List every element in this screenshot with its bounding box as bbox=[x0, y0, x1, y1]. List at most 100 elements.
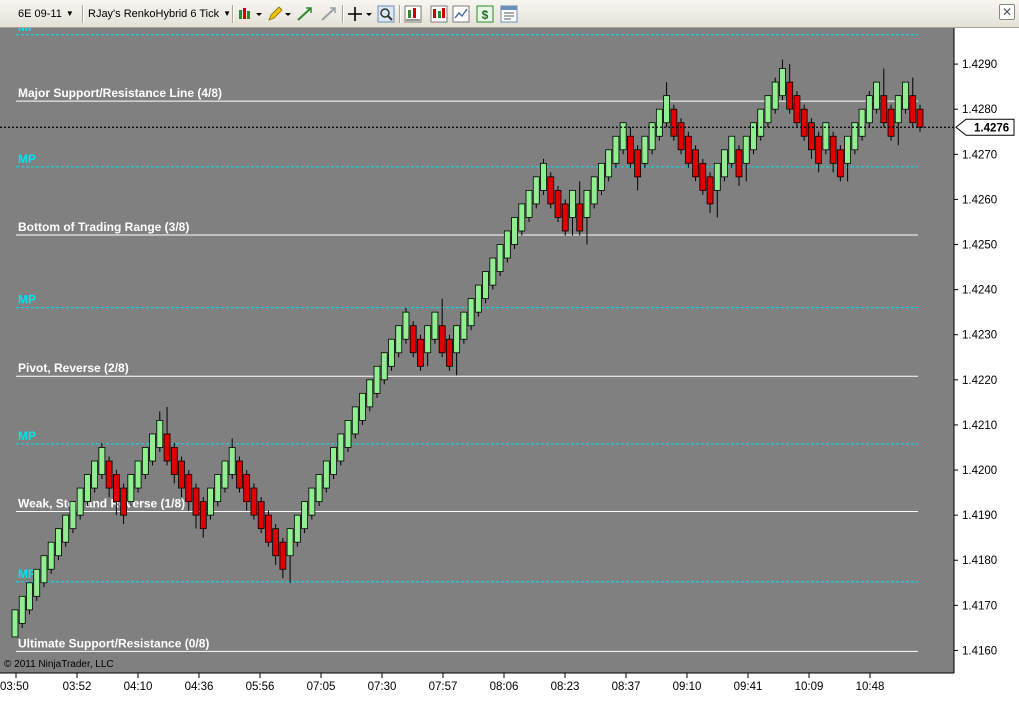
zoom-icon[interactable] bbox=[377, 5, 395, 23]
up-bar[interactable] bbox=[894, 95, 902, 124]
up-bar[interactable] bbox=[424, 325, 432, 354]
up-bar[interactable] bbox=[11, 609, 19, 638]
up-bar[interactable] bbox=[337, 433, 345, 462]
down-bar[interactable] bbox=[684, 135, 692, 164]
down-bar[interactable] bbox=[836, 149, 844, 178]
remove-drawings-icon[interactable] bbox=[320, 5, 338, 23]
up-bar[interactable] bbox=[221, 460, 229, 489]
up-bar[interactable] bbox=[474, 284, 482, 313]
up-bar[interactable] bbox=[301, 501, 309, 530]
up-bar[interactable] bbox=[482, 271, 490, 300]
up-bar[interactable] bbox=[214, 474, 222, 503]
down-bar[interactable] bbox=[438, 325, 446, 354]
down-bar[interactable] bbox=[829, 135, 837, 164]
up-bar[interactable] bbox=[18, 595, 26, 624]
up-bar[interactable] bbox=[431, 311, 439, 340]
line-chart-icon[interactable] bbox=[452, 5, 470, 23]
down-bar[interactable] bbox=[916, 108, 924, 128]
up-bar[interactable] bbox=[315, 474, 323, 503]
down-bar[interactable] bbox=[250, 487, 258, 516]
up-bar[interactable] bbox=[98, 447, 106, 475]
down-bar[interactable] bbox=[178, 460, 185, 489]
up-bar[interactable] bbox=[757, 108, 765, 137]
add-trend-icon[interactable] bbox=[296, 5, 314, 23]
price-chart[interactable]: MP Major Support/Resistance Line (4/8) MP B… bbox=[0, 28, 1019, 703]
up-bar[interactable] bbox=[69, 501, 77, 530]
down-bar[interactable] bbox=[576, 203, 584, 232]
up-bar[interactable] bbox=[76, 487, 84, 516]
up-bar[interactable] bbox=[663, 95, 670, 124]
close-button[interactable]: ✕ bbox=[999, 4, 1015, 20]
up-bar[interactable] bbox=[525, 189, 533, 218]
up-bar[interactable] bbox=[134, 460, 142, 489]
down-bar[interactable] bbox=[735, 149, 743, 178]
up-bar[interactable] bbox=[156, 420, 164, 448]
properties-icon[interactable] bbox=[500, 5, 518, 23]
up-bar[interactable] bbox=[612, 135, 620, 164]
up-bar[interactable] bbox=[207, 487, 214, 516]
down-bar[interactable] bbox=[692, 149, 699, 178]
up-bar[interactable] bbox=[366, 379, 374, 408]
up-bar[interactable] bbox=[858, 108, 866, 137]
down-bar[interactable] bbox=[793, 95, 801, 124]
up-bar[interactable] bbox=[373, 365, 381, 394]
down-bar[interactable] bbox=[257, 501, 265, 530]
down-bar[interactable] bbox=[417, 338, 424, 367]
down-bar[interactable] bbox=[815, 135, 823, 164]
down-bar[interactable] bbox=[554, 189, 562, 218]
up-bar[interactable] bbox=[713, 162, 721, 191]
period-selector[interactable]: RJay's RenkoHybrid 6 Tick ▼ bbox=[88, 4, 231, 24]
chart-trader-icon[interactable]: $ bbox=[476, 5, 494, 23]
up-bar[interactable] bbox=[467, 298, 475, 327]
up-bar[interactable] bbox=[742, 135, 750, 164]
down-bar[interactable] bbox=[120, 487, 127, 516]
up-bar[interactable] bbox=[583, 189, 591, 218]
up-bar[interactable] bbox=[149, 433, 156, 462]
up-bar[interactable] bbox=[503, 230, 511, 259]
down-bar[interactable] bbox=[264, 514, 272, 543]
up-bar[interactable] bbox=[33, 568, 41, 597]
up-bar[interactable] bbox=[91, 460, 99, 489]
up-bar[interactable] bbox=[598, 162, 605, 191]
down-bar[interactable] bbox=[236, 460, 243, 489]
up-bar[interactable] bbox=[655, 108, 663, 137]
down-bar[interactable] bbox=[561, 203, 569, 232]
down-bar[interactable] bbox=[272, 528, 280, 557]
strategies-icon[interactable] bbox=[430, 5, 448, 23]
down-bar[interactable] bbox=[880, 95, 888, 124]
pencil-draw-icon[interactable] bbox=[266, 5, 292, 23]
up-bar[interactable] bbox=[395, 325, 403, 354]
up-bar[interactable] bbox=[540, 162, 547, 191]
up-bar[interactable] bbox=[641, 135, 649, 164]
up-bar[interactable] bbox=[532, 176, 540, 205]
down-bar[interactable] bbox=[445, 338, 453, 367]
crosshair-icon[interactable] bbox=[347, 5, 373, 23]
up-bar[interactable] bbox=[330, 447, 337, 475]
down-bar[interactable] bbox=[670, 108, 678, 137]
down-bar[interactable] bbox=[192, 487, 200, 516]
up-bar[interactable] bbox=[293, 514, 301, 543]
up-bar[interactable] bbox=[228, 447, 236, 475]
down-bar[interactable] bbox=[163, 433, 171, 462]
down-bar[interactable] bbox=[409, 325, 417, 354]
up-bar[interactable] bbox=[873, 81, 880, 110]
up-bar[interactable] bbox=[779, 68, 786, 97]
down-bar[interactable] bbox=[800, 108, 808, 137]
up-bar[interactable] bbox=[460, 311, 468, 340]
up-bar[interactable] bbox=[511, 217, 518, 245]
instrument-selector[interactable]: 6E 09-11 ▼ bbox=[18, 4, 74, 24]
down-bar[interactable] bbox=[185, 474, 193, 503]
up-bar[interactable] bbox=[388, 338, 395, 367]
down-bar[interactable] bbox=[627, 135, 634, 164]
up-bar[interactable] bbox=[728, 135, 736, 164]
up-bar[interactable] bbox=[308, 487, 316, 516]
down-bar[interactable] bbox=[634, 149, 642, 178]
down-bar[interactable] bbox=[243, 474, 251, 503]
up-bar[interactable] bbox=[453, 325, 461, 354]
up-bar[interactable] bbox=[902, 81, 909, 110]
indicators-icon[interactable] bbox=[404, 5, 422, 23]
up-bar[interactable] bbox=[489, 257, 497, 286]
up-bar[interactable] bbox=[127, 474, 135, 503]
up-bar[interactable] bbox=[605, 149, 613, 178]
up-bar[interactable] bbox=[40, 555, 48, 584]
